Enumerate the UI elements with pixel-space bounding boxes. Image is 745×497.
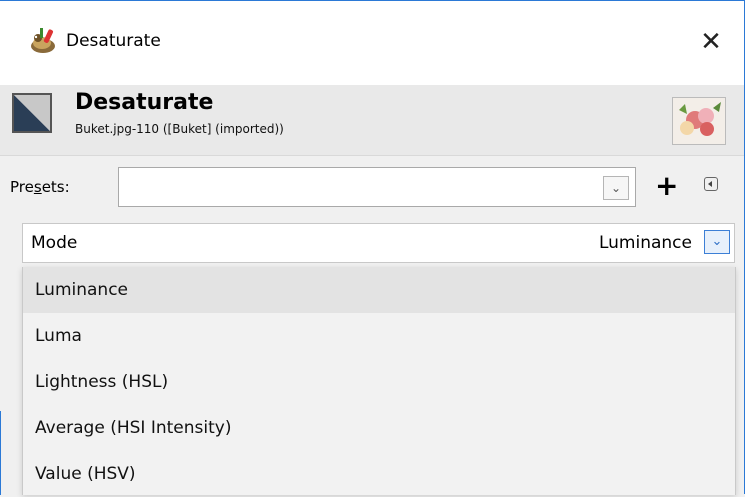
window-title: Desaturate [66,31,161,51]
window-border [0,411,1,495]
preset-menu-icon[interactable] [704,177,718,191]
presets-label: Presets: [10,178,70,196]
mode-value: Luminance [598,233,692,253]
image-thumbnail-icon [672,97,726,145]
dialog-header: Desaturate Buket.jpg-110 ([Buket] (impor… [0,85,744,156]
desaturate-icon [12,93,52,133]
gimp-icon [31,28,55,53]
mode-option-luminance[interactable]: Luminance [23,267,735,313]
title-bar: Desaturate ✕ [0,1,744,85]
header-title: Desaturate [75,90,214,115]
desaturate-dialog: Desaturate ✕ Desaturate Buket.jpg-110 ([… [0,0,745,495]
close-button[interactable]: ✕ [686,17,736,67]
mode-combo[interactable]: Mode Luminance ⌄ [22,223,735,263]
mode-option-luma[interactable]: Luma [23,313,735,359]
mode-option-lightness[interactable]: Lightness (HSL) [23,359,735,405]
mode-option-value[interactable]: Value (HSV) [23,451,735,497]
mode-label: Mode [31,233,78,253]
chevron-down-icon[interactable]: ⌄ [704,230,730,254]
presets-combo[interactable]: ⌄ [118,167,636,207]
image-name: Buket.jpg-110 ([Buket] (imported)) [75,122,284,136]
mode-dropdown-list: Luminance Luma Lightness (HSL) Average (… [22,267,736,495]
chevron-down-icon[interactable]: ⌄ [603,176,629,200]
add-preset-button[interactable]: + [655,171,678,201]
mode-option-average[interactable]: Average (HSI Intensity) [23,405,735,451]
